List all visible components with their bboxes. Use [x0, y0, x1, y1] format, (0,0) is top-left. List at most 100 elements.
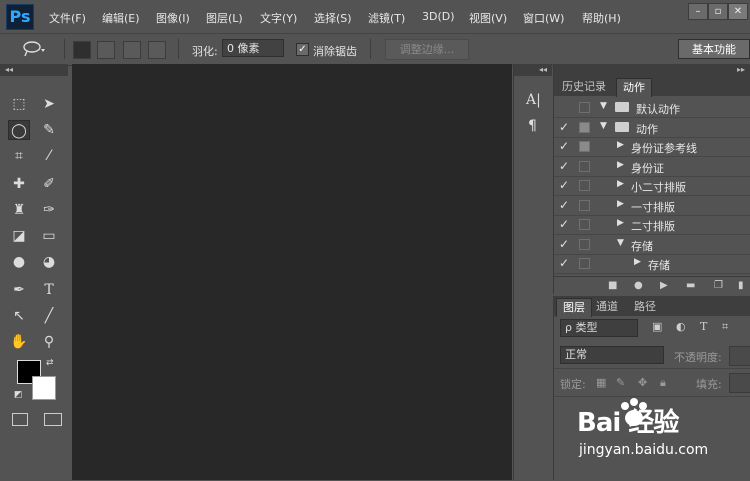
restore-button[interactable]: ▫	[708, 3, 728, 20]
menu-file[interactable]: 文件(F)	[49, 10, 86, 26]
action-toggle-check[interactable]: ✓	[559, 256, 569, 270]
dialog-toggle-box[interactable]	[579, 141, 590, 152]
healing-brush-tool-icon[interactable]: ✚	[8, 174, 30, 194]
filter-type-icon[interactable]: T	[700, 320, 707, 333]
action-row[interactable]: ✓ ▶ 身份证参考线	[554, 137, 750, 157]
play-icon[interactable]: ▶	[660, 280, 668, 291]
background-color-swatch[interactable]	[32, 376, 56, 400]
action-row[interactable]: ✓ ▶ 二寸排版	[554, 215, 750, 235]
expand-triangle-icon[interactable]: ▶	[617, 160, 624, 170]
pen-tool-icon[interactable]: ✒	[8, 280, 30, 300]
quick-mask-icon[interactable]	[12, 413, 28, 426]
opacity-input[interactable]	[729, 346, 750, 366]
lasso-tool-icon[interactable]: ◯	[8, 120, 30, 140]
blur-tool-icon[interactable]: ●	[8, 252, 30, 272]
action-toggle-check[interactable]: ✓	[559, 198, 569, 212]
subtract-from-selection-icon[interactable]	[123, 41, 141, 59]
menu-image[interactable]: 图像(I)	[156, 10, 190, 26]
fill-input[interactable]	[729, 373, 750, 393]
dock-collapse-icon[interactable]: ◂◂	[514, 64, 552, 76]
zoom-tool-icon[interactable]: ⚲	[38, 332, 60, 352]
action-toggle-check[interactable]: ✓	[559, 217, 569, 231]
crop-tool-icon[interactable]: ⌗	[8, 146, 30, 166]
tab-history[interactable]: 历史记录	[556, 78, 612, 96]
dialog-toggle-box[interactable]	[579, 102, 590, 113]
menu-edit[interactable]: 编辑(E)	[102, 10, 140, 26]
default-colors-icon[interactable]: ◩	[14, 390, 23, 400]
screen-mode-icon[interactable]	[44, 413, 62, 426]
expand-triangle-icon[interactable]: ▼	[617, 238, 624, 248]
filter-shape-icon[interactable]: ⌗	[722, 320, 728, 334]
lock-all-icon[interactable]: 🔒︎	[660, 376, 666, 390]
lock-pixels-icon[interactable]: ▦	[596, 376, 606, 389]
new-set-icon[interactable]: ▬	[686, 280, 695, 291]
stop-icon[interactable]: ■	[608, 280, 617, 291]
menu-layer[interactable]: 图层(L)	[206, 10, 243, 26]
tab-channels[interactable]: 通道	[590, 298, 624, 316]
intersect-selection-icon[interactable]	[148, 41, 166, 59]
panel-collapse-icon[interactable]: ▸▸	[554, 64, 750, 76]
path-selection-tool-icon[interactable]: ↖	[8, 306, 30, 326]
action-toggle-check[interactable]: ✓	[559, 178, 569, 192]
paragraph-panel-icon[interactable]: ¶	[528, 118, 537, 134]
lock-position-icon[interactable]: ✥	[638, 376, 647, 389]
eyedropper-tool-icon[interactable]: ⁄	[38, 146, 60, 166]
line-tool-icon[interactable]: ╱	[38, 306, 60, 326]
lasso-tool-preset-icon[interactable]	[22, 40, 46, 58]
tab-paths[interactable]: 路径	[628, 298, 662, 316]
new-action-icon[interactable]: ❐	[714, 280, 723, 291]
type-tool-icon[interactable]: T	[38, 280, 60, 300]
lock-brush-icon[interactable]: ✎	[616, 376, 625, 389]
action-row[interactable]: ✓ ▶ 存储	[554, 254, 750, 274]
expand-triangle-icon[interactable]: ▶	[617, 140, 624, 150]
expand-triangle-icon[interactable]: ▼	[600, 121, 607, 131]
action-row[interactable]: ✓ ▶ 一寸排版	[554, 196, 750, 216]
menu-3d[interactable]: 3D(D)	[422, 10, 455, 23]
expand-triangle-icon[interactable]: ▶	[617, 179, 624, 189]
history-brush-tool-icon[interactable]: ✑	[38, 200, 60, 220]
layer-filter-select[interactable]: ρ 类型	[560, 319, 638, 337]
add-to-selection-icon[interactable]	[97, 41, 115, 59]
dialog-toggle-box[interactable]	[579, 160, 590, 172]
clone-stamp-tool-icon[interactable]: ♜	[8, 200, 30, 220]
dialog-toggle-box[interactable]	[579, 258, 590, 269]
menu-filter[interactable]: 滤镜(T)	[368, 10, 405, 26]
refine-edge-button[interactable]: 调整边缘...	[385, 39, 469, 60]
expand-triangle-icon[interactable]: ▶	[617, 218, 624, 228]
dialog-toggle-box[interactable]	[579, 180, 590, 191]
workspace-switcher[interactable]: 基本功能	[678, 39, 750, 59]
expand-triangle-icon[interactable]: ▶	[634, 257, 641, 267]
record-icon[interactable]: ●	[634, 280, 643, 291]
close-button[interactable]: ✕	[728, 3, 748, 20]
tab-actions[interactable]: 动作	[616, 78, 652, 97]
feather-input[interactable]: 0 像素	[222, 39, 284, 57]
dialog-toggle-box[interactable]	[579, 121, 590, 133]
filter-adjustment-icon[interactable]: ◐	[676, 320, 686, 333]
menu-view[interactable]: 视图(V)	[469, 10, 507, 26]
menu-help[interactable]: 帮助(H)	[582, 10, 621, 26]
toolbar-collapse-icon[interactable]: ◂◂	[0, 64, 68, 76]
action-row[interactable]: ✓ ▶ 身份证	[554, 157, 750, 177]
quick-selection-tool-icon[interactable]: ✎	[38, 120, 60, 140]
menu-window[interactable]: 窗口(W)	[523, 10, 564, 26]
expand-triangle-icon[interactable]: ▼	[600, 101, 607, 111]
minimize-button[interactable]: –	[688, 3, 708, 20]
action-toggle-check[interactable]: ✓	[559, 159, 569, 173]
antialias-checkbox[interactable]: ✓	[296, 43, 309, 56]
menu-type[interactable]: 文字(Y)	[260, 10, 297, 26]
document-canvas[interactable]	[72, 64, 512, 480]
dialog-toggle-box[interactable]	[579, 199, 590, 211]
action-row[interactable]: ✓ ▶ 小二寸排版	[554, 176, 750, 196]
filter-pixel-icon[interactable]: ▣	[652, 320, 662, 333]
action-row[interactable]: ▼ 默认动作	[554, 98, 750, 118]
action-row[interactable]: ✓ ▼ 存储	[554, 235, 750, 255]
brush-tool-icon[interactable]: ✐	[38, 174, 60, 194]
marquee-tool-icon[interactable]: ⬚	[8, 94, 30, 114]
eraser-tool-icon[interactable]: ◪	[8, 226, 30, 246]
swap-colors-icon[interactable]: ⇄	[46, 358, 54, 368]
hand-tool-icon[interactable]: ✋	[8, 332, 30, 352]
move-tool-icon[interactable]: ➤	[38, 94, 60, 114]
gradient-tool-icon[interactable]: ▭	[38, 226, 60, 246]
action-toggle-check[interactable]: ✓	[559, 237, 569, 251]
blend-mode-select[interactable]: 正常	[560, 346, 664, 364]
